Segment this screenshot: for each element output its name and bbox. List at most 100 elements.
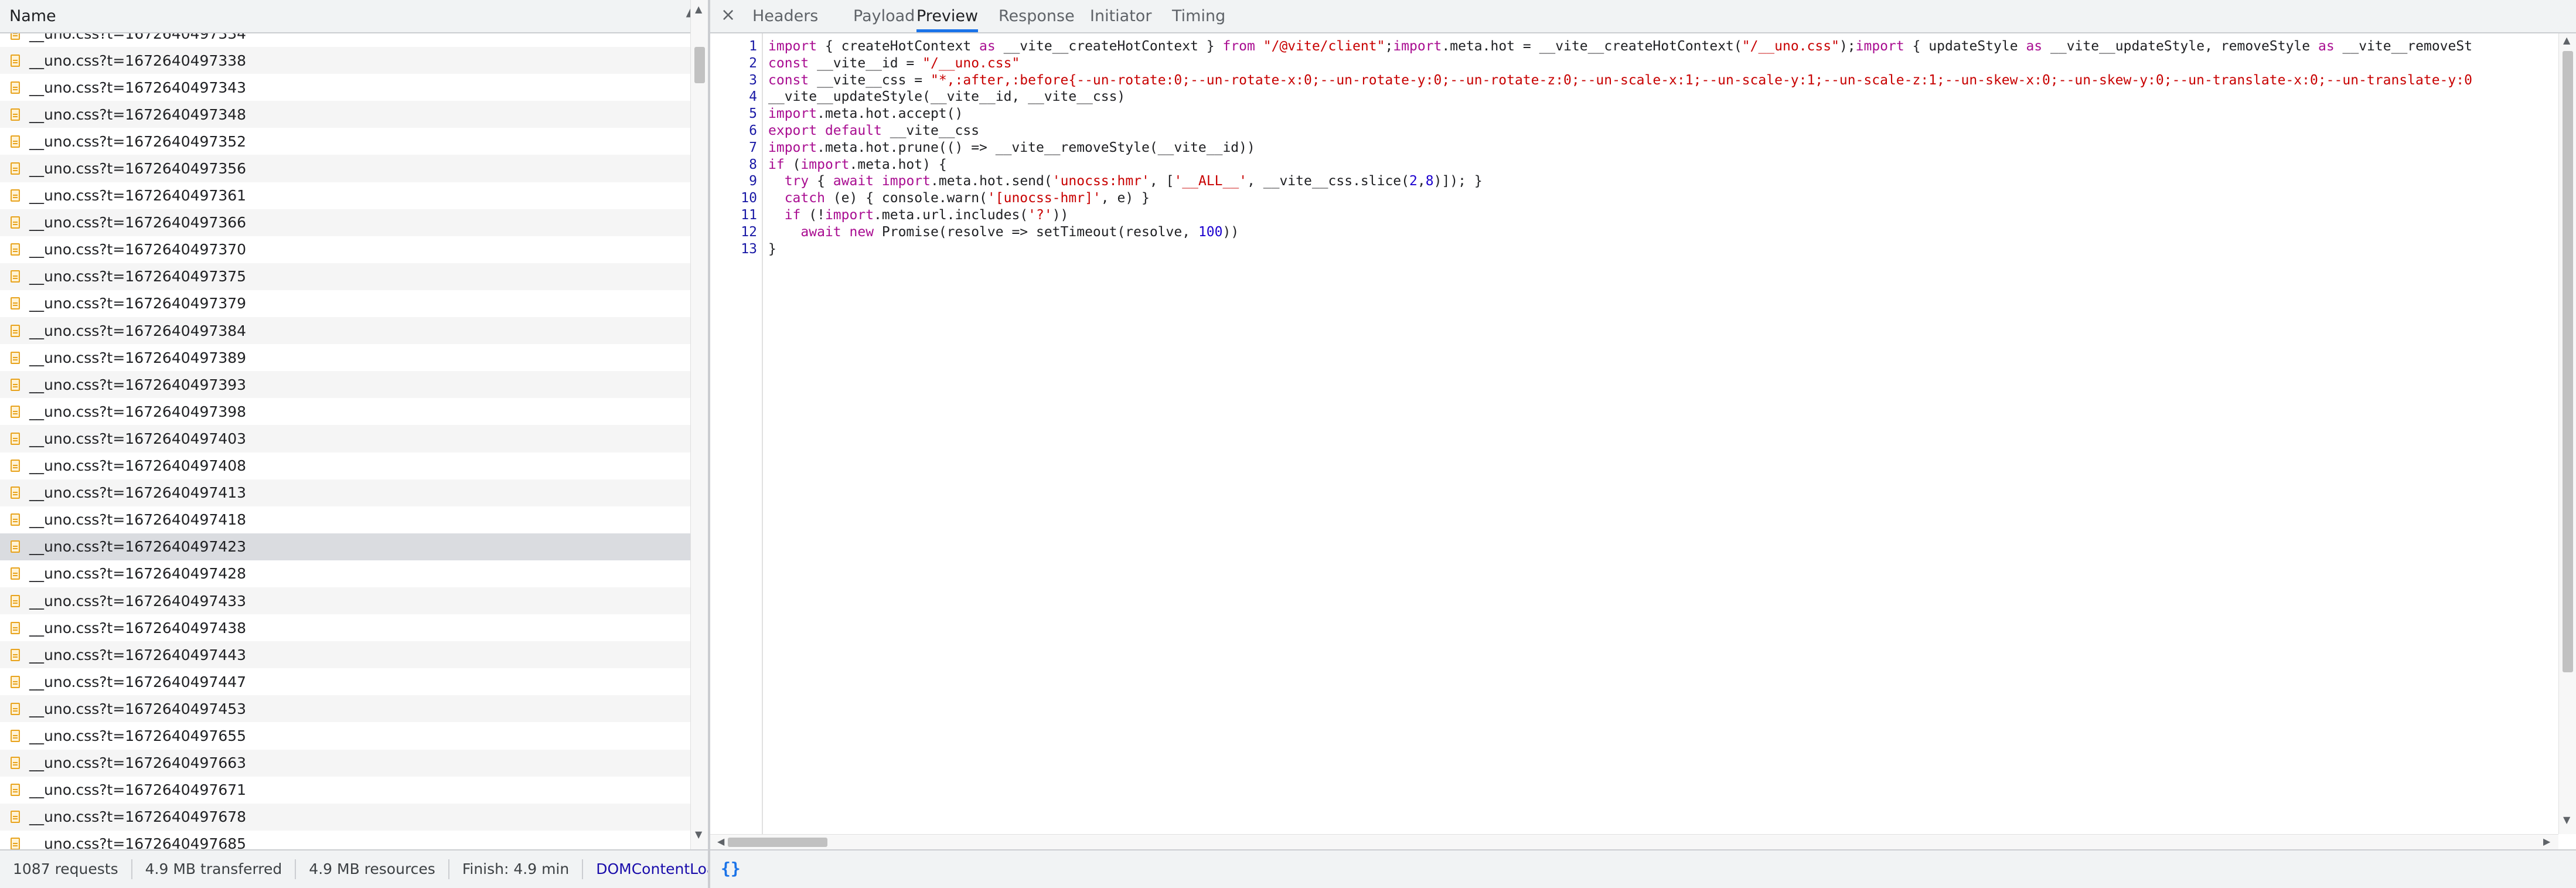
tab-payload[interactable]: Payload	[853, 0, 915, 32]
code-text: import.meta.hot.accept()	[768, 106, 963, 123]
code-token: __vite__updateStyle(__vite__id, __vite__…	[768, 89, 1126, 105]
file-icon	[11, 621, 20, 634]
code-token: default	[824, 123, 882, 138]
code-line: 9 try { await import.meta.hot.send('unoc…	[710, 173, 2558, 190]
code-token: __vite__removeSt	[2334, 39, 2473, 54]
code-token: ))	[1052, 207, 1069, 223]
request-row[interactable]: __uno.css?t=1672640497423	[0, 533, 690, 560]
network-status-bar: 1087 requests 4.9 MB transferred 4.9 MB …	[0, 849, 708, 888]
file-icon	[11, 702, 20, 715]
request-row[interactable]: __uno.css?t=1672640497348	[0, 101, 690, 128]
request-row[interactable]: __uno.css?t=1672640497389	[0, 344, 690, 371]
code-token: import	[1855, 39, 1904, 54]
file-icon	[11, 270, 20, 283]
request-row[interactable]: __uno.css?t=1672640497447	[0, 668, 690, 695]
name-column-header[interactable]: Name ▲	[0, 0, 708, 33]
request-name: __uno.css?t=1672640497413	[29, 484, 247, 502]
file-icon	[11, 648, 20, 661]
code-token: from	[1222, 39, 1255, 54]
request-row[interactable]: __uno.css?t=1672640497393	[0, 371, 690, 399]
code-token: , [	[1149, 173, 1174, 189]
request-name: __uno.css?t=1672640497338	[29, 52, 247, 69]
request-row[interactable]: __uno.css?t=1672640497403	[0, 425, 690, 452]
request-row[interactable]: __uno.css?t=1672640497343	[0, 74, 690, 101]
request-row[interactable]: __uno.css?t=1672640497338	[0, 47, 690, 74]
code-token: await	[800, 224, 841, 240]
request-row[interactable]: __uno.css?t=1672640497356	[0, 155, 690, 182]
request-name: __uno.css?t=1672640497348	[29, 106, 247, 123]
code-text: const __vite__css = "*,:after,:before{--…	[768, 72, 2472, 89]
file-icon	[11, 460, 20, 472]
request-row[interactable]: __uno.css?t=1672640497379	[0, 290, 690, 317]
tab-initiator[interactable]: Initiator	[1090, 0, 1151, 32]
scroll-down-icon[interactable]: ▼	[2563, 814, 2570, 825]
line-number: 4	[749, 89, 757, 105]
code-preview[interactable]: 1 import { createHotContext as __vite__cr…	[710, 33, 2558, 834]
request-row[interactable]: __uno.css?t=1672640497663	[0, 749, 690, 777]
code-text: catch (e) { console.warn('[unocss-hmr]',…	[768, 190, 1150, 207]
scrollbar-thumb[interactable]	[694, 47, 705, 83]
code-vertical-scrollbar[interactable]: ▲ ▼	[2558, 33, 2576, 834]
request-name: __uno.css?t=1672640497393	[29, 376, 247, 393]
request-row[interactable]: __uno.css?t=1672640497428	[0, 560, 690, 587]
file-icon	[11, 811, 20, 824]
code-token: .meta.hot = __vite__createHotContext(	[1442, 39, 1742, 54]
pretty-print-button[interactable]: {}	[721, 859, 741, 878]
code-line: 4 __vite__updateStyle(__vite__id, __vite_…	[710, 89, 2558, 106]
request-row[interactable]: __uno.css?t=1672640497418	[0, 506, 690, 533]
request-row[interactable]: __uno.css?t=1672640497655	[0, 722, 690, 749]
scroll-right-icon[interactable]: ▶	[2543, 836, 2550, 847]
request-count: 1087 requests	[0, 859, 132, 879]
code-line: 8 if (import.meta.hot) {	[710, 156, 2558, 173]
request-row[interactable]: __uno.css?t=1672640497366	[0, 209, 690, 236]
code-token: {	[809, 173, 833, 189]
request-name: __uno.css?t=1672640497398	[29, 403, 247, 420]
request-row[interactable]: __uno.css?t=1672640497453	[0, 695, 690, 723]
scroll-up-icon[interactable]: ▲	[2563, 35, 2570, 46]
request-list-scrollbar[interactable]: ▲ ▼	[690, 0, 708, 849]
request-row[interactable]: __uno.css?t=1672640497370	[0, 236, 690, 263]
request-row[interactable]: __uno.css?t=1672640497352	[0, 128, 690, 155]
code-horizontal-scrollbar[interactable]: ◀ ▶	[710, 834, 2558, 850]
request-name: __uno.css?t=1672640497678	[29, 808, 247, 826]
request-row[interactable]: __uno.css?t=1672640497334	[0, 33, 690, 47]
devtools-network-panel: Name ▲ __uno.css?t=1672640497334 __uno.cs…	[0, 0, 2576, 888]
file-icon	[11, 54, 20, 67]
request-row[interactable]: __uno.css?t=1672640497685	[0, 831, 690, 849]
request-row[interactable]: __uno.css?t=1672640497398	[0, 398, 690, 425]
request-row[interactable]: __uno.css?t=1672640497384	[0, 317, 690, 345]
scrollbar-thumb[interactable]	[2563, 51, 2573, 672]
line-number: 12	[741, 224, 757, 240]
file-icon	[11, 81, 20, 94]
scrollbar-thumb[interactable]	[728, 838, 827, 847]
request-name: __uno.css?t=1672640497384	[29, 322, 247, 339]
request-row[interactable]: __uno.css?t=1672640497408	[0, 452, 690, 479]
scroll-left-icon[interactable]: ◀	[717, 836, 724, 847]
file-icon	[11, 351, 20, 364]
scroll-down-icon[interactable]: ▼	[695, 829, 702, 840]
tab-timing[interactable]: Timing	[1172, 0, 1225, 32]
request-row[interactable]: __uno.css?t=1672640497438	[0, 614, 690, 641]
tab-preview[interactable]: Preview	[916, 0, 979, 32]
dom-content-loaded[interactable]: DOMContentLoaded	[583, 859, 708, 879]
close-icon[interactable]: ×	[721, 5, 735, 25]
request-row[interactable]: __uno.css?t=1672640497375	[0, 263, 690, 290]
code-lines: 1 import { createHotContext as __vite__cr…	[710, 38, 2558, 257]
scroll-up-icon[interactable]: ▲	[695, 4, 702, 15]
request-row[interactable]: __uno.css?t=1672640497361	[0, 182, 690, 209]
code-text: import { createHotContext as __vite__cre…	[768, 38, 2472, 55]
line-number: 9	[749, 173, 757, 189]
request-row[interactable]: __uno.css?t=1672640497678	[0, 803, 690, 831]
request-row[interactable]: __uno.css?t=1672640497671	[0, 777, 690, 804]
request-row[interactable]: __uno.css?t=1672640497443	[0, 641, 690, 669]
tab-response[interactable]: Response	[999, 0, 1075, 32]
code-token: ,	[1417, 173, 1426, 189]
code-token: (e) { console.warn(	[824, 190, 987, 206]
file-icon	[11, 378, 20, 391]
request-row[interactable]: __uno.css?t=1672640497433	[0, 587, 690, 615]
request-row[interactable]: __uno.css?t=1672640497413	[0, 479, 690, 506]
tab-headers[interactable]: Headers	[752, 0, 818, 32]
file-icon	[11, 135, 20, 148]
